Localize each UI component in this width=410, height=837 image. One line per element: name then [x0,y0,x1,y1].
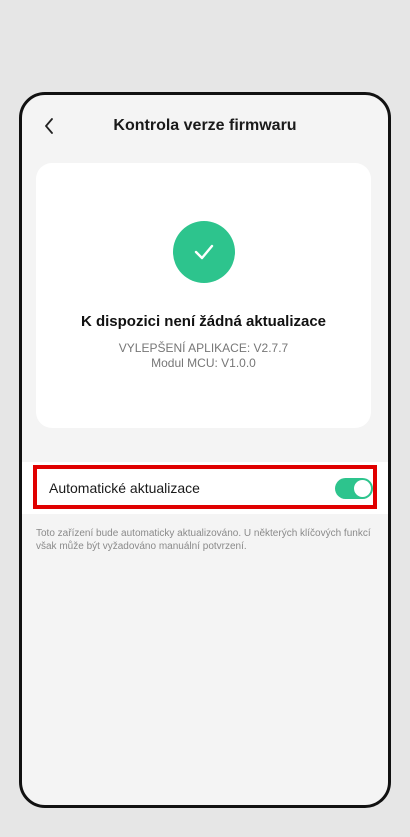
auto-update-toggle[interactable] [335,478,373,499]
check-icon [194,244,214,260]
status-title: K dispozici není žádná aktualizace [80,313,327,330]
auto-update-label: Automatické aktualizace [49,480,200,496]
firmware-status-card: K dispozici není žádná aktualizace VYLEP… [36,163,371,428]
app-version-text: VYLEPŠENÍ APLIKACE: V2.7.7 [118,341,289,355]
phone-frame: Kontrola verze firmwaru K dispozici není… [19,92,391,808]
success-badge [173,221,235,283]
page-title: Kontrola verze firmwaru [113,117,297,134]
mcu-version-text: Modul MCU: V1.0.0 [151,356,256,370]
auto-update-row: Automatické aktualizace [22,462,388,514]
toggle-knob [354,480,371,497]
auto-update-description: Toto zařízení bude automaticky aktualizo… [36,528,371,552]
header-bar: Kontrola verze firmwaru [22,95,388,161]
